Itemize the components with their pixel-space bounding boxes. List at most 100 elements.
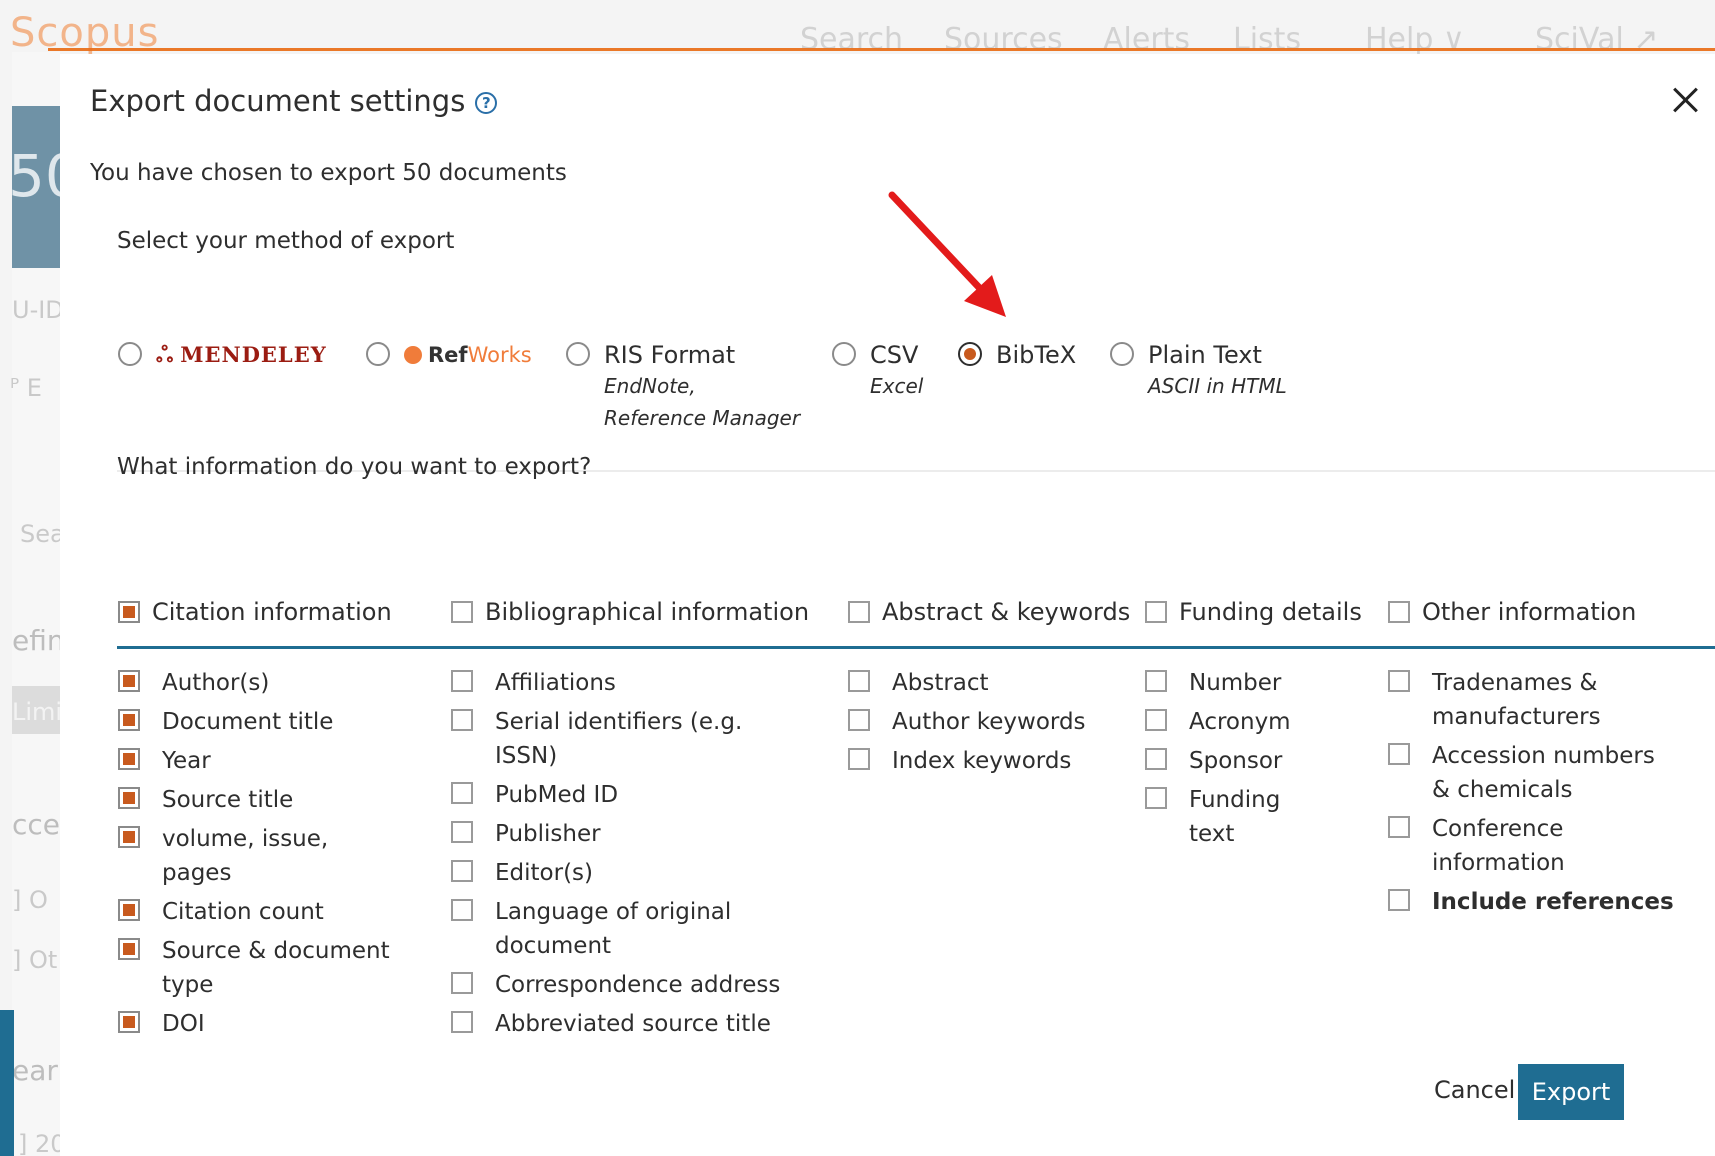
option-publisher[interactable]: Publisher [451, 817, 780, 851]
option-conference-information[interactable]: Conference information [1388, 812, 1674, 880]
category-funding[interactable]: Funding details [1145, 594, 1362, 630]
option-citation-count[interactable]: Citation count [118, 895, 390, 929]
help-icon[interactable]: ? [475, 92, 498, 114]
option-doi[interactable]: DOI [118, 1007, 390, 1041]
checkbox-other-information[interactable] [1388, 601, 1410, 623]
checkbox-funding-details[interactable] [1145, 601, 1167, 623]
method-csv[interactable]: CSV Excel [832, 340, 923, 402]
option-abbreviated-source-title[interactable]: Abbreviated source title [451, 1007, 780, 1041]
option-include-references[interactable]: Include references [1388, 885, 1674, 919]
option-authors[interactable]: Author(s) [118, 666, 390, 700]
refworks-logo: RefWorks [404, 340, 532, 370]
checkbox[interactable] [1145, 709, 1167, 731]
background-text-fragment: ] O [12, 886, 48, 914]
checkbox[interactable] [118, 670, 140, 692]
option-label-line2: ISSN) [495, 743, 558, 769]
checkbox[interactable] [451, 670, 473, 692]
checkbox[interactable] [118, 938, 140, 960]
checkbox[interactable] [1145, 787, 1167, 809]
checkbox[interactable] [1145, 748, 1167, 770]
checkbox[interactable] [118, 826, 140, 848]
background-header: Scopus Search Sources Alerts Lists Help … [0, 0, 1715, 57]
checkbox[interactable] [1388, 743, 1410, 765]
option-source-title[interactable]: Source title [118, 783, 390, 817]
background-decoration [0, 1010, 14, 1156]
citation-options-column: Author(s) Document title Year Source tit… [118, 666, 390, 1041]
checkbox[interactable] [848, 748, 870, 770]
checkbox[interactable] [118, 1011, 140, 1033]
funding-options-column: Number Acronym Sponsor Funding text [1145, 666, 1291, 851]
export-button[interactable]: Export [1518, 1064, 1624, 1120]
checkbox[interactable] [451, 899, 473, 921]
radio-mendeley[interactable] [118, 342, 142, 366]
method-bibtex[interactable]: BibTeX [958, 340, 1076, 370]
option-acronym[interactable]: Acronym [1145, 705, 1291, 739]
category-other[interactable]: Other information [1388, 594, 1636, 630]
option-serial-identifiers[interactable]: Serial identifiers (e.g. ISSN) [451, 705, 780, 773]
cancel-button[interactable]: Cancel [1434, 1076, 1515, 1104]
radio-ris[interactable] [566, 342, 590, 366]
option-abstract[interactable]: Abstract [848, 666, 1086, 700]
option-affiliations[interactable]: Affiliations [451, 666, 780, 700]
radio-plain-text[interactable] [1110, 342, 1134, 366]
checkbox[interactable] [451, 709, 473, 731]
checkbox[interactable] [1388, 670, 1410, 692]
category-bibliographical[interactable]: Bibliographical information [451, 594, 809, 630]
method-plain-text[interactable]: Plain Text ASCII in HTML [1110, 340, 1287, 402]
checkbox[interactable] [1388, 889, 1410, 911]
checkbox[interactable] [118, 709, 140, 731]
checkbox[interactable] [451, 782, 473, 804]
option-source-document-type[interactable]: Source & document type [118, 934, 390, 1002]
annotation-arrow-icon [888, 191, 1006, 317]
radio-csv[interactable] [832, 342, 856, 366]
checkbox[interactable] [848, 670, 870, 692]
option-pubmed-id[interactable]: PubMed ID [451, 778, 780, 812]
category-abstract[interactable]: Abstract & keywords [848, 594, 1130, 630]
category-citation[interactable]: Citation information [118, 594, 392, 630]
option-tradenames[interactable]: Tradenames & manufacturers [1388, 666, 1674, 734]
other-options-column: Tradenames & manufacturers Accession numb… [1388, 666, 1674, 919]
option-volume-issue-pages[interactable]: volume, issue, pages [118, 822, 390, 890]
checkbox[interactable] [451, 972, 473, 994]
option-language[interactable]: Language of original document [451, 895, 780, 963]
option-label-line2: type [162, 972, 214, 998]
header-accent-rule [48, 48, 1715, 51]
option-author-keywords[interactable]: Author keywords [848, 705, 1086, 739]
option-label: Funding [1189, 787, 1281, 813]
option-number[interactable]: Number [1145, 666, 1291, 700]
option-sponsor[interactable]: Sponsor [1145, 744, 1291, 778]
checkbox-abstract-keywords[interactable] [848, 601, 870, 623]
checkbox-bibliographical-information[interactable] [451, 601, 473, 623]
nav-sources: Sources [944, 22, 1063, 57]
option-index-keywords[interactable]: Index keywords [848, 744, 1086, 778]
option-document-title[interactable]: Document title [118, 705, 390, 739]
checkbox[interactable] [451, 1011, 473, 1033]
checkbox[interactable] [118, 748, 140, 770]
option-accession-numbers[interactable]: Accession numbers & chemicals [1388, 739, 1674, 807]
checkbox[interactable] [451, 860, 473, 882]
checkbox[interactable] [1388, 816, 1410, 838]
radio-refworks[interactable] [366, 342, 390, 366]
checkbox[interactable] [118, 787, 140, 809]
csv-sub-excel: Excel [870, 374, 924, 398]
option-label-line2: & chemicals [1432, 777, 1573, 803]
checkbox[interactable] [1145, 670, 1167, 692]
option-editors[interactable]: Editor(s) [451, 856, 780, 890]
nav-scival: SciVal ↗ [1535, 22, 1659, 57]
radio-bibtex[interactable] [958, 342, 982, 366]
option-label: PubMed ID [495, 782, 619, 808]
checkbox[interactable] [118, 899, 140, 921]
option-funding-text[interactable]: Funding text [1145, 783, 1291, 851]
close-icon[interactable] [1667, 82, 1703, 118]
info-section-label: What information do you want to export? [117, 454, 592, 480]
option-label: Source title [162, 787, 294, 813]
checkbox[interactable] [848, 709, 870, 731]
option-correspondence-address[interactable]: Correspondence address [451, 968, 780, 1002]
method-refworks[interactable]: RefWorks [366, 340, 532, 370]
checkbox-citation-information[interactable] [118, 601, 140, 623]
option-label: Index keywords [892, 748, 1072, 774]
option-year[interactable]: Year [118, 744, 390, 778]
checkbox[interactable] [451, 821, 473, 843]
method-ris[interactable]: RIS Format EndNote, Reference Manager [566, 340, 800, 434]
method-mendeley[interactable]: ஃ MENDELEY [118, 340, 327, 370]
